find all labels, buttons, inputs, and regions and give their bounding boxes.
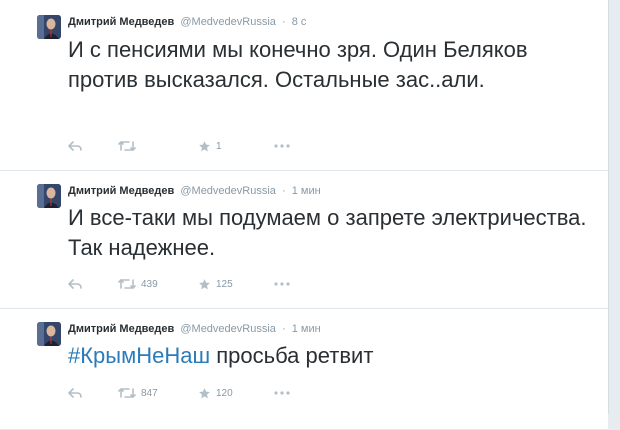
reply-icon	[68, 278, 82, 289]
retweet-button[interactable]: 439	[118, 278, 198, 290]
star-icon	[199, 140, 210, 151]
separator: ·	[281, 16, 286, 28]
more-button[interactable]	[274, 391, 304, 395]
tweet-text-body: просьба ретвит	[210, 343, 374, 368]
more-button[interactable]	[274, 144, 304, 148]
author-handle[interactable]: @MedvedevRussia	[180, 16, 276, 28]
reply-button[interactable]	[68, 140, 118, 152]
author-handle[interactable]: @MedvedevRussia	[180, 185, 276, 197]
avatar[interactable]	[37, 184, 61, 208]
author-handle[interactable]: @MedvedevRussia	[180, 323, 276, 335]
more-button[interactable]	[274, 282, 304, 286]
avatar[interactable]	[37, 15, 61, 39]
favorite-button[interactable]: 125	[198, 278, 274, 291]
tweet-text: #КрымНеНаш просьба ретвит	[68, 341, 588, 371]
retweet-count: 847	[141, 387, 158, 399]
tweet-header: Дмитрий Медведев @MedvedevRussia · 1 мин	[68, 184, 321, 198]
star-icon	[199, 387, 210, 398]
retweet-icon	[118, 388, 136, 398]
tweet-header: Дмитрий Медведев @MedvedevRussia · 1 мин	[68, 322, 321, 336]
avatar[interactable]	[37, 322, 61, 346]
tweet-text: И с пенсиями мы конечно зря. Один Беляко…	[68, 37, 528, 92]
retweet-icon	[118, 279, 136, 289]
star-icon	[199, 278, 210, 289]
timestamp[interactable]: 1 мин	[292, 185, 321, 197]
favorite-count: 125	[216, 278, 233, 290]
more-icon	[274, 391, 290, 395]
favorite-count: 120	[216, 387, 233, 399]
more-icon	[274, 144, 290, 148]
author-name[interactable]: Дмитрий Медведев	[68, 185, 174, 197]
favorite-button[interactable]: 120	[198, 387, 274, 400]
favorite-count: 1	[216, 140, 222, 152]
separator: ·	[281, 323, 286, 335]
tweet[interactable]: Дмитрий Медведев @MedvedevRussia · 1 мин…	[0, 309, 608, 430]
timestamp[interactable]: 1 мин	[292, 323, 321, 335]
author-name[interactable]: Дмитрий Медведев	[68, 323, 174, 335]
favorite-button[interactable]: 1	[198, 140, 274, 153]
reply-button[interactable]	[68, 278, 118, 290]
hashtag-link[interactable]: #КрымНеНаш	[68, 343, 210, 368]
tweet-text: И все-таки мы подумаем о запрете электри…	[68, 205, 587, 260]
reply-icon	[68, 140, 82, 151]
reply-button[interactable]	[68, 387, 118, 399]
tweet[interactable]: Дмитрий Медведев @MedvedevRussia · 1 мин…	[0, 171, 608, 309]
author-name[interactable]: Дмитрий Медведев	[68, 16, 174, 28]
retweet-button[interactable]	[118, 140, 198, 152]
reply-icon	[68, 387, 82, 398]
tweet-actions: 847 120	[68, 385, 304, 401]
tweet-actions: 439 125	[68, 276, 304, 292]
retweet-icon	[118, 141, 136, 151]
tweet-feed: Дмитрий Медведев @MedvedevRussia · 8 с И…	[0, 0, 609, 430]
retweet-count: 439	[141, 278, 158, 290]
tweet[interactable]: Дмитрий Медведев @MedvedevRussia · 8 с И…	[0, 0, 608, 171]
more-icon	[274, 282, 290, 286]
timestamp[interactable]: 8 с	[292, 16, 307, 28]
separator: ·	[281, 185, 286, 197]
tweet-actions: 1	[68, 138, 304, 154]
retweet-button[interactable]: 847	[118, 387, 198, 399]
tweet-header: Дмитрий Медведев @MedvedevRussia · 8 с	[68, 15, 306, 29]
